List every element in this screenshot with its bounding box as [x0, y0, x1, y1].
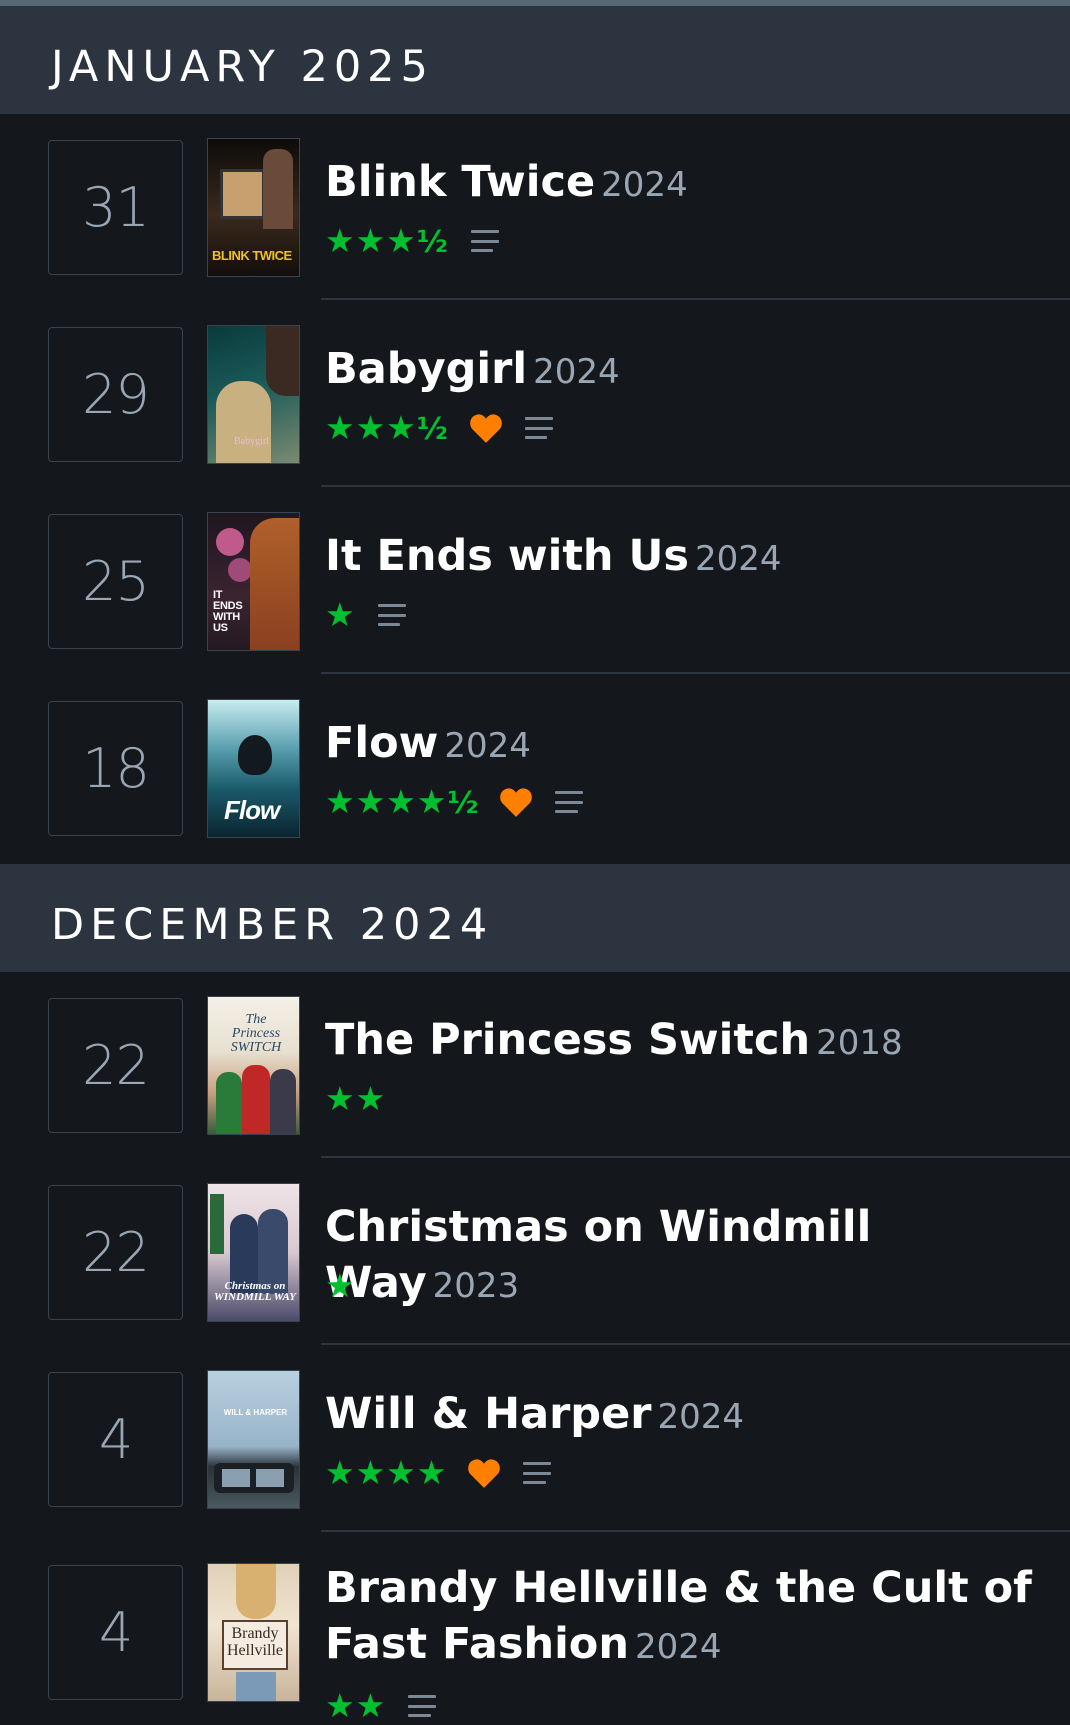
- poster-title-text: The Princess SWITCH: [230, 1012, 282, 1055]
- film-title[interactable]: Blink Twice 2024: [325, 154, 1045, 213]
- poster-title-text: Christmas on WINDMILL WAY: [214, 1280, 297, 1303]
- poster-title-text: Babygirl: [234, 436, 269, 447]
- star-rating: ★: [325, 595, 356, 634]
- film-title[interactable]: Will & Harper 2024: [325, 1386, 1045, 1445]
- entry-meta: ★: [325, 595, 406, 635]
- day-box[interactable]: 22: [48, 998, 183, 1133]
- film-title-text: Christmas on Windmill Way: [325, 1202, 872, 1308]
- film-title-text: Blink Twice: [325, 157, 596, 207]
- divider: [321, 1156, 1070, 1158]
- entry-meta: ★★★½: [325, 408, 553, 448]
- day-box[interactable]: 22: [48, 1185, 183, 1320]
- film-year[interactable]: 2024: [635, 1627, 722, 1667]
- film-title[interactable]: It Ends with Us 2024: [325, 528, 1045, 587]
- month-header-december: DECEMBER 2024: [0, 864, 1070, 972]
- film-year[interactable]: 2024: [657, 1397, 744, 1437]
- day-box[interactable]: 31: [48, 140, 183, 275]
- poster[interactable]: WILL & HARPER: [207, 1370, 300, 1509]
- film-title-text: The Princess Switch: [325, 1015, 811, 1065]
- entry-meta: ★★★★: [325, 1453, 552, 1493]
- divider: [321, 672, 1070, 674]
- review-icon[interactable]: [555, 791, 584, 813]
- poster[interactable]: BLINK TWICE: [207, 138, 300, 277]
- poster[interactable]: The Princess SWITCH: [207, 996, 300, 1135]
- review-icon[interactable]: [377, 604, 406, 626]
- entry-meta: ★★★★½: [325, 782, 584, 822]
- month-header-january: JANUARY 2025: [0, 6, 1070, 114]
- poster[interactable]: Flow: [207, 699, 300, 838]
- divider: [321, 298, 1070, 300]
- film-year[interactable]: 2024: [444, 726, 531, 766]
- month-label: DECEMBER 2024: [51, 900, 494, 950]
- poster[interactable]: Brandy Hellville: [207, 1563, 300, 1702]
- poster-title-text: IT ENDS WITH US: [213, 589, 243, 634]
- film-title[interactable]: Christmas on Windmill Way 2023: [325, 1199, 1045, 1314]
- film-title-text: It Ends with Us: [325, 531, 689, 581]
- day-box[interactable]: 18: [48, 701, 183, 836]
- poster[interactable]: IT ENDS WITH US: [207, 512, 300, 651]
- star-rating: ★★★★½: [325, 782, 480, 821]
- poster-title-text: Brandy Hellville: [227, 1625, 283, 1659]
- day-box[interactable]: 29: [48, 327, 183, 462]
- heart-icon[interactable]: [467, 1458, 501, 1488]
- poster-title-text: Flow: [224, 795, 280, 825]
- review-icon[interactable]: [524, 417, 553, 439]
- film-title[interactable]: Babygirl 2024: [325, 341, 1045, 400]
- entry-meta: ★: [325, 1266, 356, 1306]
- star-rating: ★★★½: [325, 408, 449, 447]
- star-rating: ★★: [325, 1686, 387, 1725]
- film-title[interactable]: Flow 2024: [325, 715, 1045, 774]
- month-label: JANUARY 2025: [51, 42, 434, 92]
- film-title-text: Flow: [325, 718, 439, 768]
- review-icon[interactable]: [470, 230, 499, 252]
- divider: [321, 485, 1070, 487]
- heart-icon[interactable]: [469, 413, 503, 443]
- film-year[interactable]: 2023: [433, 1266, 520, 1306]
- divider: [321, 1530, 1070, 1532]
- poster-title-text: BLINK TWICE: [212, 248, 292, 263]
- star-rating: ★★★½: [325, 221, 449, 260]
- poster[interactable]: Babygirl: [207, 325, 300, 464]
- film-title[interactable]: Brandy Hellville & the Cult of Fast Fash…: [325, 1560, 1045, 1675]
- film-year[interactable]: 2024: [601, 165, 688, 205]
- film-title-text: Babygirl: [325, 344, 528, 394]
- star-rating: ★★: [325, 1079, 387, 1118]
- film-year[interactable]: 2024: [533, 352, 620, 392]
- film-year[interactable]: 2024: [695, 539, 782, 579]
- day-box[interactable]: 4: [48, 1565, 183, 1700]
- day-box[interactable]: 25: [48, 514, 183, 649]
- entry-meta: ★★: [325, 1686, 437, 1725]
- film-title-text: Will & Harper: [325, 1389, 652, 1439]
- divider: [321, 1343, 1070, 1345]
- star-rating: ★: [325, 1266, 356, 1305]
- poster-title-text: WILL & HARPER: [223, 1408, 288, 1417]
- entry-meta: ★★: [325, 1079, 386, 1119]
- entry-meta: ★★★½: [325, 221, 499, 261]
- review-icon[interactable]: [408, 1695, 437, 1717]
- day-box[interactable]: 4: [48, 1372, 183, 1507]
- poster[interactable]: Christmas on WINDMILL WAY: [207, 1183, 300, 1322]
- star-rating: ★★★★: [325, 1453, 448, 1492]
- film-title[interactable]: The Princess Switch 2018: [325, 1012, 1045, 1071]
- review-icon[interactable]: [523, 1462, 552, 1484]
- film-year[interactable]: 2018: [816, 1023, 903, 1063]
- heart-icon[interactable]: [499, 787, 533, 817]
